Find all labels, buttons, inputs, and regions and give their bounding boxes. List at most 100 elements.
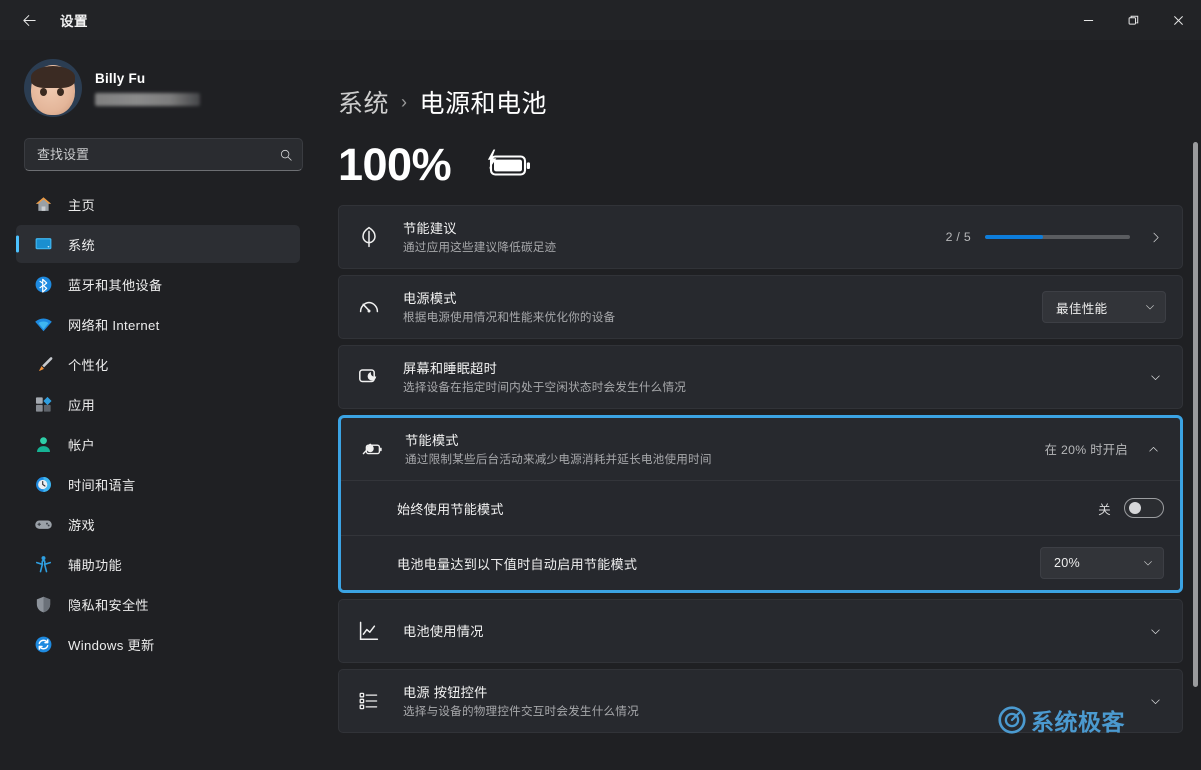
battery-percent: 100% (338, 139, 452, 190)
row-subtitle: 通过限制某些后台活动来减少电源消耗并延长电池使用时间 (405, 452, 712, 466)
account-icon (37, 436, 50, 452)
row-text: 电源模式 根据电源使用情况和性能来优化你的设备 (403, 290, 1028, 325)
account-text: Billy Fu (95, 70, 200, 106)
window-controls (1066, 0, 1201, 40)
sidebar-item-system[interactable]: 系统 (16, 225, 300, 263)
avatar-eye-left (40, 88, 47, 96)
title-bar: 设置 (0, 0, 1201, 40)
subrow-label: 电池电量达到以下值时自动启用节能模式 (397, 556, 638, 572)
row-title: 节能建议 (403, 220, 457, 236)
body-split: Billy Fu 主页 (0, 40, 1201, 770)
sidebar-item-label: 应用 (68, 397, 95, 413)
sidebar: Billy Fu 主页 (0, 40, 312, 770)
chevron-down-icon (1144, 561, 1152, 566)
chevron-down-icon[interactable] (1144, 690, 1166, 712)
list-settings-icon (359, 692, 378, 710)
card-power-buttons: 电源 按钮控件 选择与设备的物理控件交互时会发生什么情况 (338, 669, 1183, 733)
row-subtitle: 通过应用这些建议降低碳足迹 (403, 240, 557, 254)
row-text: 电源 按钮控件 选择与设备的物理控件交互时会发生什么情况 (403, 684, 1130, 719)
sidebar-item-accounts[interactable]: 帐户 (16, 425, 300, 463)
leaf-icon (362, 226, 376, 248)
recommendations-progress-label: 2 / 5 (945, 230, 971, 244)
progress-fill (985, 235, 1043, 239)
row-right (1144, 690, 1166, 712)
sidebar-item-label: 时间和语言 (68, 477, 136, 493)
close-icon (1174, 15, 1183, 25)
row-battery-usage[interactable]: 电池使用情况 (339, 600, 1182, 662)
sidebar-item-bluetooth[interactable]: 蓝牙和其他设备 (16, 265, 300, 303)
maximize-button[interactable] (1111, 0, 1156, 40)
battery-charging-icon (487, 149, 531, 176)
home-icon (35, 196, 52, 211)
card-energy-recommendations: 节能建议 通过应用这些建议降低碳足迹 2 / 5 (338, 205, 1183, 269)
search-box[interactable] (24, 138, 303, 171)
always-use-battery-saver-toggle[interactable] (1124, 498, 1164, 518)
sidebar-item-time-language[interactable]: 时间和语言 (16, 465, 300, 503)
sidebar-item-label: 个性化 (68, 357, 109, 373)
search-input[interactable] (37, 147, 279, 162)
row-energy-recommendations[interactable]: 节能建议 通过应用这些建议降低碳足迹 2 / 5 (339, 206, 1182, 268)
row-title: 电池使用情况 (403, 623, 484, 639)
display-icon (35, 237, 52, 249)
settings-window: 设置 Billy Fu 查找设置 主页 系统 蓝牙和其他设备 网络和 Inter… (0, 0, 1201, 770)
row-title: 节能模式 (405, 432, 459, 448)
power-mode-dropdown[interactable]: 最佳性能 (1042, 291, 1166, 323)
account-email-redacted (95, 93, 200, 106)
row-text: 屏幕和睡眠超时 选择设备在指定时间内处于空闲状态时会发生什么情况 (403, 360, 1130, 395)
sidebar-item-label: 帐户 (68, 437, 95, 453)
row-subtitle: 选择与设备的物理控件交互时会发生什么情况 (403, 704, 639, 718)
row-right: 在 20% 时开启 (1045, 438, 1164, 460)
breadcrumb-current: 电源和电池 (419, 90, 548, 118)
battery-saver-icon (362, 443, 382, 455)
chevron-down-icon[interactable] (1144, 366, 1166, 388)
breadcrumb-parent[interactable]: 系统 (338, 84, 389, 120)
sidebar-item-home[interactable]: 主页 (16, 185, 300, 223)
battery-threshold-dropdown[interactable]: 20% (1040, 547, 1164, 579)
row-power-buttons[interactable]: 电源 按钮控件 选择与设备的物理控件交互时会发生什么情况 (339, 670, 1182, 732)
close-button[interactable] (1156, 0, 1201, 40)
chevron-down-icon[interactable] (1144, 620, 1166, 642)
minimize-icon (1083, 19, 1094, 21)
row-right: 最佳性能 (1042, 291, 1166, 323)
row-title: 电源 按钮控件 (403, 684, 488, 700)
sidebar-nav: 主页 系统 蓝牙和其他设备 网络和 Internet 个性化 应用 帐户 时间和… (16, 185, 300, 663)
sidebar-item-label: 辅助功能 (68, 557, 122, 573)
window-title: 设置 (60, 14, 88, 29)
sidebar-item-label: 主页 (68, 197, 95, 213)
minimize-button[interactable] (1066, 0, 1111, 40)
row-subtitle: 选择设备在指定时间内处于空闲状态时会发生什么情况 (403, 380, 687, 394)
sidebar-item-apps[interactable]: 应用 (16, 385, 300, 423)
content-scrollbar[interactable] (1193, 86, 1198, 762)
chart-icon (359, 621, 379, 640)
sidebar-item-privacy-security[interactable]: 隐私和安全性 (16, 585, 300, 623)
sidebar-item-label: 隐私和安全性 (68, 597, 149, 613)
row-screen-sleep[interactable]: 屏幕和睡眠超时 选择设备在指定时间内处于空闲状态时会发生什么情况 (339, 346, 1182, 408)
search-icon[interactable] (279, 148, 293, 162)
row-right (1144, 366, 1166, 388)
scrollbar-thumb[interactable] (1193, 142, 1198, 687)
row-text: 节能模式 通过限制某些后台活动来减少电源消耗并延长电池使用时间 (405, 432, 1031, 467)
sidebar-item-personalization[interactable]: 个性化 (16, 345, 300, 383)
back-button[interactable] (6, 4, 52, 36)
breadcrumb-separator: › (401, 91, 408, 112)
sidebar-item-windows-update[interactable]: Windows 更新 (16, 625, 300, 663)
battery-saver-status: 在 20% 时开启 (1044, 443, 1128, 457)
sidebar-item-label: 游戏 (68, 517, 95, 533)
dropdown-value: 20% (1054, 556, 1080, 570)
main-content: 系统 › 电源和电池 100% 节能建议 通过应用这些建议降低碳足迹 2 / 5… (312, 40, 1201, 770)
row-power-mode[interactable]: 电源模式 根据电源使用情况和性能来优化你的设备 最佳性能 (339, 276, 1182, 338)
row-battery-saver[interactable]: 节能模式 通过限制某些后台活动来减少电源消耗并延长电池使用时间 在 20% 时开… (341, 418, 1180, 480)
sidebar-item-network[interactable]: 网络和 Internet (16, 305, 300, 343)
chevron-right-icon[interactable] (1144, 226, 1166, 248)
chevron-up-icon[interactable] (1142, 438, 1164, 460)
row-text: 电池使用情况 (403, 623, 1130, 640)
account-block[interactable]: Billy Fu (16, 40, 300, 124)
subrow-control: 关 (1098, 498, 1164, 518)
chevron-down-icon (1146, 305, 1154, 310)
sidebar-item-label: 蓝牙和其他设备 (68, 277, 163, 293)
account-name: Billy Fu (95, 71, 146, 86)
settings-cards: 节能建议 通过应用这些建议降低碳足迹 2 / 5 电源模式 根据电源使用情况和性… (328, 205, 1201, 733)
subrow-label: 始终使用节能模式 (397, 501, 504, 517)
sidebar-item-gaming[interactable]: 游戏 (16, 505, 300, 543)
sidebar-item-accessibility[interactable]: 辅助功能 (16, 545, 300, 583)
